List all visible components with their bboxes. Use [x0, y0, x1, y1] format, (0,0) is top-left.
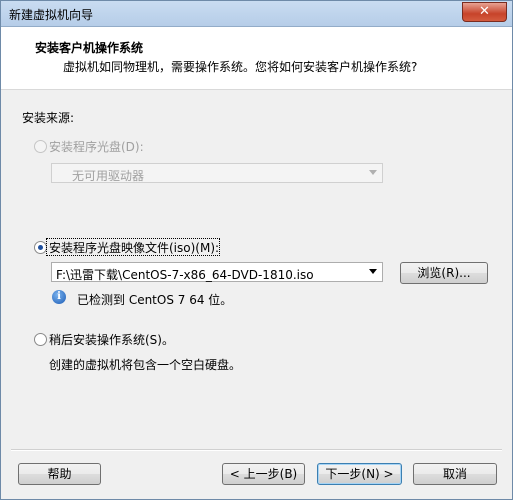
later-description: 创建的虚拟机将包含一个空白硬盘。: [49, 358, 242, 372]
drive-select[interactable]: 无可用驱动器: [51, 163, 383, 183]
wizard-header: 安装客户机操作系统 虚拟机如同物理机，需要操作系统。您将如何安装客户机操作系统?: [1, 27, 512, 90]
next-button[interactable]: 下一步(N) >: [317, 463, 402, 485]
later-radio-label: 稍后安装操作系统(S)。: [49, 333, 174, 347]
iso-path-combobox[interactable]: F:\迅雷下载\CentOS-7-x86_64-DVD-1810.iso: [51, 262, 383, 282]
page-subtitle: 虚拟机如同物理机，需要操作系统。您将如何安装客户机操作系统?: [63, 60, 418, 74]
info-icon: i: [52, 290, 66, 304]
page-title: 安装客户机操作系统: [35, 41, 144, 55]
close-icon: ✕: [479, 4, 490, 19]
drive-select-value: 无可用驱动器: [72, 169, 145, 183]
iso-radio-label: 安装程序光盘映像文件(iso)(M):: [49, 241, 220, 255]
help-button[interactable]: 帮助: [18, 463, 101, 485]
disc-radio-label: 安装程序光盘(D):: [49, 140, 144, 154]
cancel-button[interactable]: 取消: [413, 463, 497, 485]
detected-os-text: 已检测到 CentOS 7 64 位。: [77, 293, 233, 307]
back-button[interactable]: < 上一步(B): [222, 463, 305, 485]
close-button[interactable]: ✕: [462, 2, 507, 22]
chevron-down-icon: [369, 269, 377, 274]
later-radio[interactable]: [34, 333, 47, 346]
disc-radio[interactable]: [34, 140, 47, 153]
iso-path-value: F:\迅雷下载\CentOS-7-x86_64-DVD-1810.iso: [56, 268, 314, 282]
wizard-window: 新建虚拟机向导 ✕ 安装客户机操作系统 虚拟机如同物理机，需要操作系统。您将如何…: [0, 0, 513, 500]
title-bar: 新建虚拟机向导 ✕: [1, 1, 512, 27]
install-source-label: 安装来源:: [22, 111, 75, 125]
browse-button[interactable]: 浏览(R)...: [400, 262, 488, 284]
footer-divider: [11, 449, 502, 451]
chevron-down-icon: [369, 170, 377, 175]
window-title: 新建虚拟机向导: [9, 8, 94, 22]
